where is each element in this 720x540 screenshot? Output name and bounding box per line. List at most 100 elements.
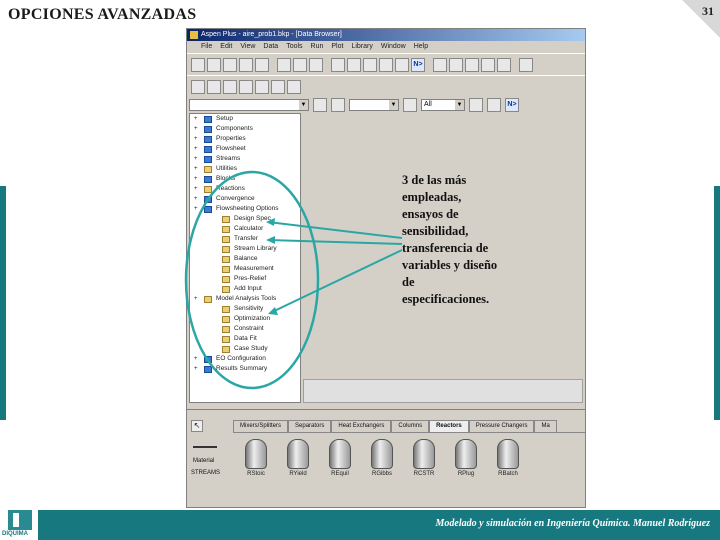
menu-item-library[interactable]: Library xyxy=(351,41,372,53)
palette-tab[interactable]: Pressure Changers xyxy=(468,420,535,432)
expand-icon[interactable]: + xyxy=(194,126,200,132)
reactor-block-rcstr[interactable] xyxy=(413,439,435,469)
expand-icon[interactable]: + xyxy=(194,176,200,182)
next-toolbar-button[interactable]: N> xyxy=(411,57,425,72)
next-button[interactable]: N> xyxy=(505,98,519,112)
flowsheet-icon[interactable] xyxy=(379,57,393,72)
palette-tab[interactable]: Reactors xyxy=(429,420,469,432)
reinit-button[interactable] xyxy=(481,57,495,72)
expand-icon[interactable]: + xyxy=(194,356,200,362)
tree-item[interactable]: + Utilities xyxy=(190,164,300,174)
tree-item[interactable]: Case Study xyxy=(190,344,300,354)
expand-icon[interactable] xyxy=(212,286,218,292)
unit-combo[interactable]: ▼ xyxy=(349,99,399,111)
reactor-block-rbatch[interactable] xyxy=(497,439,519,469)
expand-icon[interactable] xyxy=(212,256,218,262)
results-icon[interactable] xyxy=(331,57,345,72)
expand-icon[interactable] xyxy=(212,226,218,232)
expand-icon[interactable]: + xyxy=(194,296,200,302)
tree-item[interactable]: Balance xyxy=(190,254,300,264)
control-panel-button[interactable] xyxy=(497,57,511,72)
layout-icon-7[interactable] xyxy=(287,79,301,94)
expand-icon[interactable]: + xyxy=(194,206,200,212)
tree-item[interactable]: + Streams xyxy=(190,154,300,164)
expand-icon[interactable] xyxy=(212,236,218,242)
expand-icon[interactable]: + xyxy=(194,196,200,202)
layout-icon-5[interactable] xyxy=(255,79,269,94)
tree-item[interactable]: + Properties xyxy=(190,134,300,144)
expand-icon[interactable] xyxy=(212,326,218,332)
layout-icon-3[interactable] xyxy=(223,79,237,94)
forward-icon[interactable] xyxy=(469,98,483,112)
cut-button[interactable] xyxy=(255,57,269,72)
open-button[interactable] xyxy=(207,57,221,72)
copy-button[interactable] xyxy=(277,57,291,72)
menu-item-run[interactable]: Run xyxy=(311,41,324,53)
tree-item[interactable]: + Reactions xyxy=(190,184,300,194)
tree-item[interactable]: Transfer xyxy=(190,234,300,244)
help-pointer-icon[interactable] xyxy=(309,57,323,72)
view-grid-icon[interactable] xyxy=(519,57,533,72)
layout-icon-1[interactable] xyxy=(191,79,205,94)
tree-item[interactable]: Constraint xyxy=(190,324,300,334)
print-button[interactable] xyxy=(239,57,253,72)
tree-item[interactable]: + Flowsheeting Options xyxy=(190,204,300,214)
tree-item[interactable]: + Setup xyxy=(190,114,300,124)
layout-icon-2[interactable] xyxy=(207,79,221,94)
new-button[interactable] xyxy=(191,57,205,72)
palette-tab[interactable]: Heat Exchangers xyxy=(331,420,392,432)
filter-combo[interactable]: All ▼ xyxy=(421,99,465,111)
run-start-button[interactable] xyxy=(433,57,447,72)
reactor-block-ryield[interactable] xyxy=(287,439,309,469)
expand-icon[interactable] xyxy=(212,276,218,282)
reactor-block-rplug[interactable] xyxy=(455,439,477,469)
tree-item[interactable]: Measurement xyxy=(190,264,300,274)
palette-tab[interactable]: Mixers/Splitters xyxy=(233,420,289,432)
check-icon[interactable] xyxy=(395,57,409,72)
menu-item-window[interactable]: Window xyxy=(381,41,406,53)
save-button[interactable] xyxy=(223,57,237,72)
layout-icon-6[interactable] xyxy=(271,79,285,94)
expand-icon[interactable]: + xyxy=(194,366,200,372)
reactor-block-requil[interactable] xyxy=(329,439,351,469)
reactor-block-rstoic[interactable] xyxy=(245,439,267,469)
select-arrow-icon[interactable]: ↖ xyxy=(191,420,203,432)
tree-item[interactable]: Sensitivity xyxy=(190,304,300,314)
menu-item-data[interactable]: Data xyxy=(263,41,278,53)
tree-item[interactable]: + Blocks xyxy=(190,174,300,184)
tree-item[interactable]: Design Spec xyxy=(190,214,300,224)
layout-icon-4[interactable] xyxy=(239,79,253,94)
expand-icon[interactable]: + xyxy=(194,146,200,152)
tree-item[interactable]: Add Input xyxy=(190,284,300,294)
back-icon[interactable] xyxy=(403,98,417,112)
form-combo[interactable]: ▼ xyxy=(189,99,309,111)
expand-icon[interactable] xyxy=(212,266,218,272)
reactor-block-rgibbs[interactable] xyxy=(371,439,393,469)
tree-item[interactable]: Optimization xyxy=(190,314,300,324)
tree-toggle-icon[interactable] xyxy=(331,98,345,112)
palette-tab[interactable]: Ma xyxy=(534,420,557,432)
menu-item-view[interactable]: View xyxy=(240,41,255,53)
expand-icon[interactable]: + xyxy=(194,166,200,172)
expand-icon[interactable] xyxy=(212,306,218,312)
expand-icon[interactable]: + xyxy=(194,116,200,122)
expand-icon[interactable] xyxy=(212,346,218,352)
stop-button[interactable] xyxy=(465,57,479,72)
step-button[interactable] xyxy=(449,57,463,72)
tree-item[interactable]: + Model Analysis Tools xyxy=(190,294,300,304)
menu-item-edit[interactable]: Edit xyxy=(220,41,232,53)
expand-icon[interactable]: + xyxy=(194,156,200,162)
tree-item[interactable]: + EO Configuration xyxy=(190,354,300,364)
expand-icon[interactable]: + xyxy=(194,186,200,192)
tree-item[interactable]: Pres-Relief xyxy=(190,274,300,284)
up-folder-icon[interactable] xyxy=(313,98,327,112)
tree-item[interactable]: + Flowsheet xyxy=(190,144,300,154)
tree-item[interactable]: Calculator xyxy=(190,224,300,234)
menu-item-tools[interactable]: Tools xyxy=(286,41,302,53)
palette-tab[interactable]: Separators xyxy=(288,420,332,432)
menu-item-file[interactable]: File xyxy=(201,41,212,53)
grid-icon[interactable] xyxy=(363,57,377,72)
tree-item[interactable]: + Components xyxy=(190,124,300,134)
data-browser-icon[interactable] xyxy=(347,57,361,72)
expand-icon[interactable]: + xyxy=(194,136,200,142)
